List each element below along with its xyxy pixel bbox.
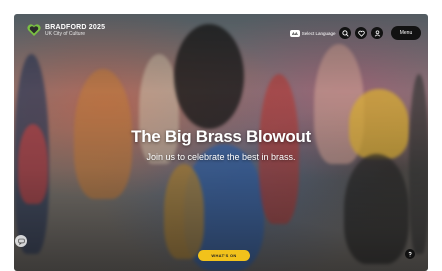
- menu-button[interactable]: Menu: [391, 26, 421, 40]
- logo-text: BRADFORD 2025 UK City of Culture: [45, 24, 105, 37]
- logo-subtitle: UK City of Culture: [45, 30, 86, 37]
- search-button[interactable]: [339, 27, 351, 39]
- favourites-button[interactable]: [355, 27, 367, 39]
- heart-icon: [357, 30, 365, 37]
- account-button[interactable]: [371, 27, 383, 39]
- language-selector[interactable]: AA Select Language: [290, 30, 336, 37]
- hero-banner: BRADFORD 2025 UK City of Culture AA Sele…: [14, 14, 428, 271]
- hero-subline: Join us to celebrate the best in brass.: [146, 152, 296, 162]
- whats-on-button[interactable]: WHAT'S ON: [198, 250, 250, 261]
- heart-logo-icon: [27, 24, 41, 36]
- help-icon: [408, 251, 412, 257]
- search-icon: [341, 29, 349, 37]
- language-badge: AA: [290, 30, 300, 37]
- chat-icon: [17, 238, 25, 245]
- chat-button[interactable]: [15, 235, 27, 247]
- logo-title: BRADFORD 2025: [45, 23, 106, 31]
- language-label: Select Language: [301, 31, 336, 36]
- hero-headline: The Big Brass Blowout: [131, 127, 311, 146]
- site-logo[interactable]: BRADFORD 2025 UK City of Culture: [26, 22, 105, 38]
- help-button[interactable]: [405, 249, 415, 259]
- user-icon: [374, 30, 380, 37]
